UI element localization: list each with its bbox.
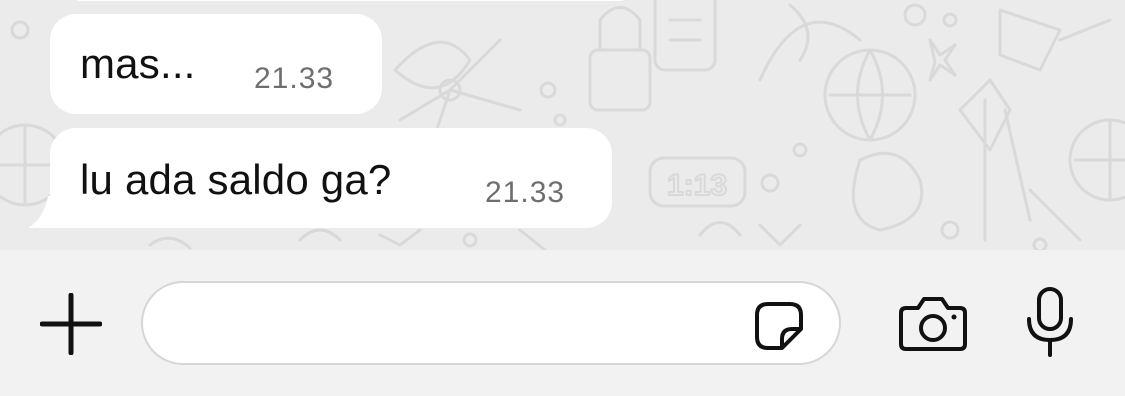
chat-area[interactable]: 1:13 mas... 21.33 lu ada saldo ga? 21.33 (0, 0, 1125, 250)
camera-button[interactable] (898, 294, 968, 352)
message-timestamp: 21.33 (485, 176, 566, 209)
message-bubble[interactable]: lu ada saldo ga? 21.33 (50, 128, 612, 228)
attach-plus-button[interactable] (40, 293, 102, 355)
microphone-button[interactable] (1024, 286, 1076, 358)
previous-message-bubble-edge (70, 0, 630, 1)
message-input-container[interactable] (141, 281, 841, 365)
message-text: lu ada saldo ga? (80, 156, 392, 203)
sticker-button[interactable] (754, 301, 804, 351)
message-composer (0, 250, 1125, 396)
message-text: mas... (80, 40, 196, 87)
camera-icon (899, 297, 967, 351)
sticker-icon (755, 302, 803, 350)
svg-text:1:13: 1:13 (667, 169, 727, 202)
plus-icon (40, 293, 102, 355)
message-bubble[interactable]: mas... 21.33 (50, 14, 382, 114)
message-timestamp: 21.33 (254, 62, 335, 95)
message-input[interactable] (171, 299, 735, 349)
microphone-icon (1027, 287, 1073, 357)
